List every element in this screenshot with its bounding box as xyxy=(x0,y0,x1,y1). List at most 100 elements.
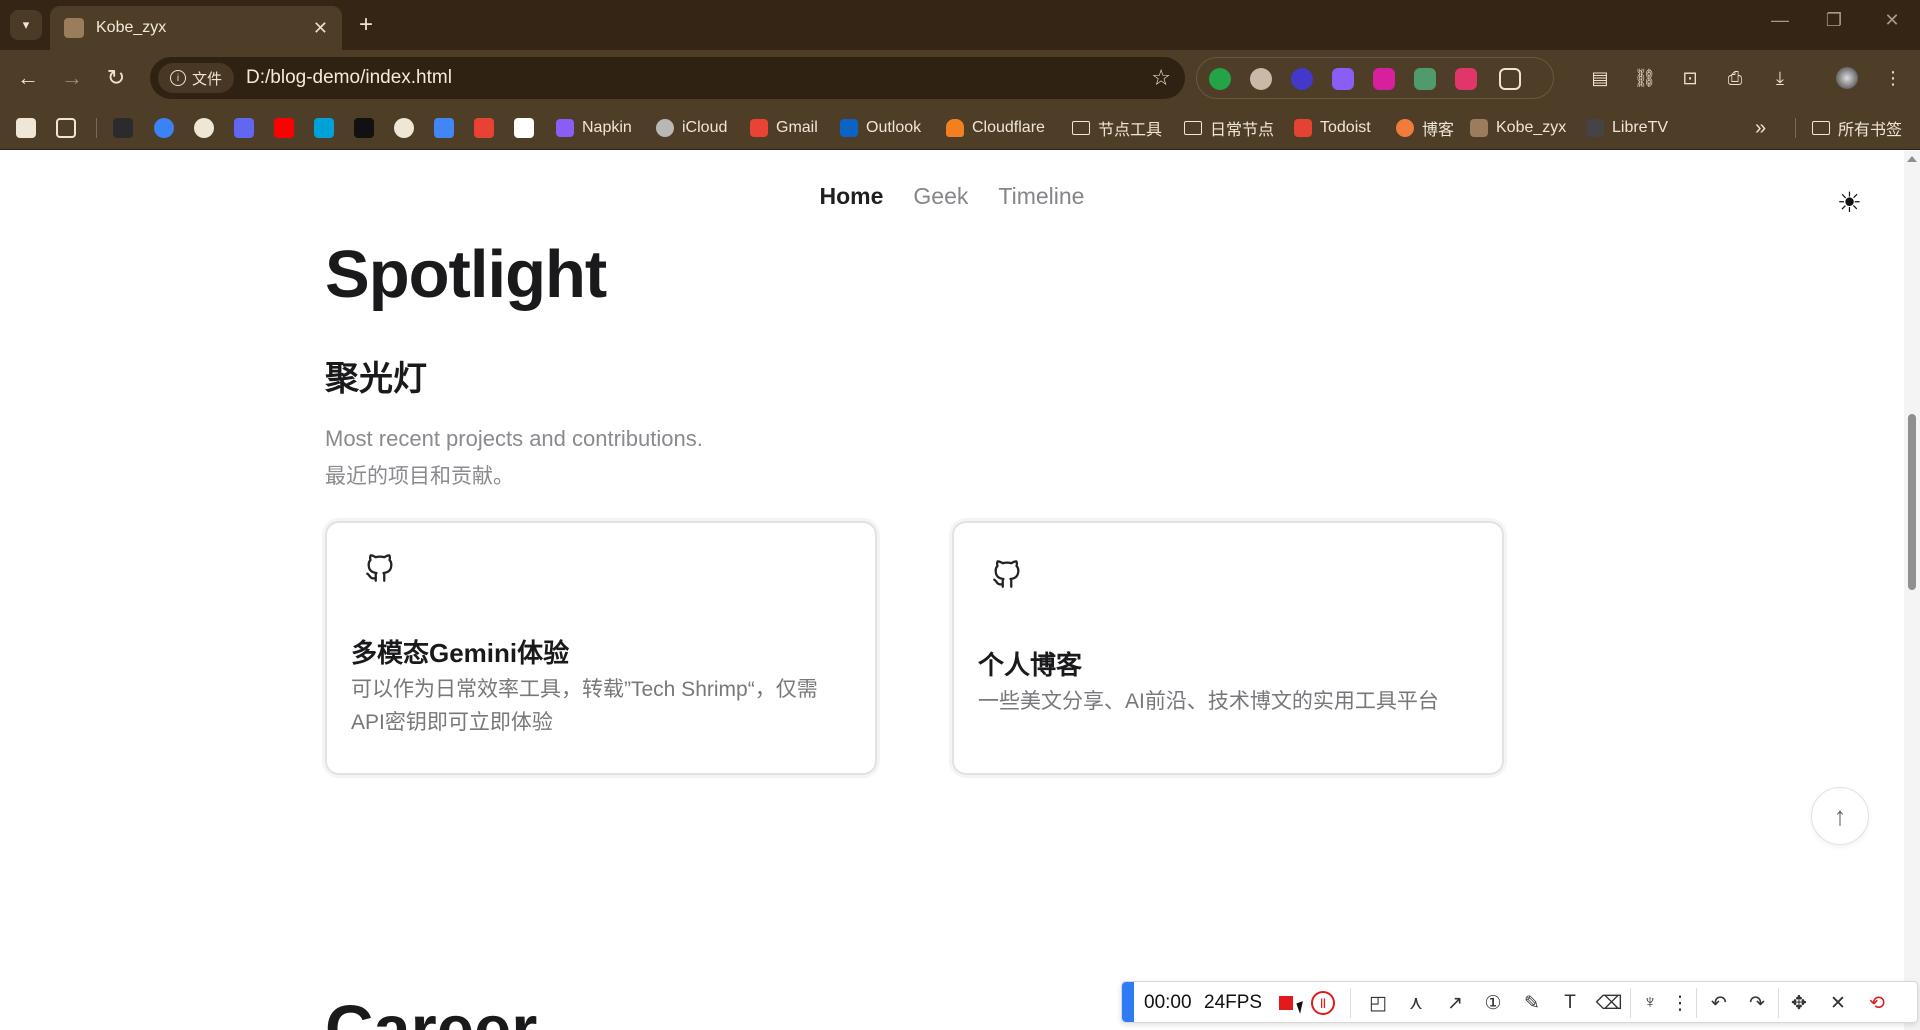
bookmark-label: Napkin xyxy=(582,119,632,136)
text-tool-icon[interactable]: T xyxy=(1557,990,1583,1016)
extension-n-icon[interactable] xyxy=(1209,68,1231,90)
bookmark-openai-icon[interactable] xyxy=(194,118,214,138)
project-card-blog[interactable]: 个人博客 一些美文分享、AI前沿、技术博文的实用工具平台 xyxy=(952,521,1504,775)
blog-icon xyxy=(1396,119,1414,137)
close-recorder-icon[interactable]: ✕ xyxy=(1825,990,1851,1016)
move-icon[interactable]: ✥ xyxy=(1786,990,1812,1016)
profile-avatar[interactable] xyxy=(1832,63,1862,93)
bookmark-label: Todoist xyxy=(1320,119,1371,136)
more-menu-icon[interactable]: ⋮ xyxy=(1878,63,1908,93)
bookmark-folder-node-tools[interactable]: 节点工具 xyxy=(1072,116,1162,140)
bookmark-gmail[interactable]: Gmail xyxy=(750,116,818,140)
apple-icon xyxy=(656,119,674,137)
undo-icon[interactable]: ↶ xyxy=(1706,990,1732,1016)
toolbar-divider xyxy=(1778,988,1779,1018)
bookmark-icloud[interactable]: iCloud xyxy=(656,116,727,140)
recording-timer: 00:00 xyxy=(1144,992,1192,1013)
bookmark-kobe-zyx[interactable]: Kobe_zyx xyxy=(1470,116,1566,140)
bookmark-star-icon[interactable]: ☆ xyxy=(1151,65,1171,91)
link-icon[interactable]: ⛓ xyxy=(1630,63,1660,93)
bookmark-blog[interactable]: 博客 xyxy=(1396,116,1454,140)
bookmark-store-icon[interactable] xyxy=(474,118,494,138)
arrow-tool-icon[interactable]: ↗ xyxy=(1442,990,1468,1016)
nav-timeline[interactable]: Timeline xyxy=(998,183,1084,210)
screenshot-icon[interactable]: ⊡ xyxy=(1675,63,1705,93)
back-arrow-icon[interactable]: ← xyxy=(12,62,44,94)
browser-tab[interactable]: Kobe_zyx ✕ xyxy=(50,6,342,50)
restore-icon[interactable]: ❐ xyxy=(1814,10,1854,31)
bookmark-todoist[interactable]: Todoist xyxy=(1294,116,1371,140)
forward-arrow-icon[interactable]: → xyxy=(56,62,88,94)
bookmark-libretv[interactable]: LibreTV xyxy=(1586,116,1668,140)
cloudflare-icon xyxy=(946,119,964,137)
bookmark-copilot-icon[interactable] xyxy=(234,118,254,138)
sun-icon[interactable]: ☀ xyxy=(1837,186,1862,219)
scrollbar-thumb[interactable] xyxy=(1908,414,1916,590)
extension-drop-icon[interactable] xyxy=(1332,68,1354,90)
gmail-icon xyxy=(750,119,768,137)
extension-glasses-icon[interactable] xyxy=(1250,68,1272,90)
bookmarks-divider xyxy=(1795,118,1796,138)
bookmark-cat-icon[interactable] xyxy=(113,118,133,138)
window-close-icon[interactable]: ✕ xyxy=(1872,10,1912,31)
career-heading: Career xyxy=(325,992,538,1030)
pen-tool-icon[interactable]: ✎ xyxy=(1519,990,1545,1016)
web-page: Home Geek Timeline ☀ Spotlight 聚光灯 Most … xyxy=(0,151,1904,1030)
bookmark-napkin[interactable]: Napkin xyxy=(556,116,632,140)
polyline-tool-icon[interactable]: ⋏ xyxy=(1403,990,1429,1016)
extensions-puzzle-icon[interactable] xyxy=(1499,68,1521,90)
recorder-drag-handle[interactable] xyxy=(1122,982,1134,1022)
download-icon[interactable]: ⤓ xyxy=(1765,63,1795,93)
eraser-tool-icon[interactable]: ⌫ xyxy=(1596,990,1623,1016)
bookmark-x-icon[interactable] xyxy=(354,118,374,138)
bookmark-youtube-icon[interactable] xyxy=(274,118,294,138)
number-tool-icon[interactable]: ① xyxy=(1480,990,1506,1016)
bookmark-cloudflare[interactable]: Cloudflare xyxy=(946,116,1045,140)
new-tab-button[interactable]: + xyxy=(352,10,380,40)
url-text[interactable]: D:/blog-demo/index.html xyxy=(246,67,452,89)
bookmark-outlook[interactable]: Outlook xyxy=(840,116,921,140)
address-bar[interactable]: i 文件 D:/blog-demo/index.html ☆ xyxy=(150,57,1185,99)
github-icon xyxy=(993,560,1020,588)
redo-icon[interactable]: ↷ xyxy=(1744,990,1770,1016)
pause-icon[interactable]: || xyxy=(1311,991,1335,1015)
nav-home[interactable]: Home xyxy=(820,183,884,210)
back-to-top-button[interactable]: ↑ xyxy=(1811,787,1869,845)
stop-recording-icon[interactable] xyxy=(1279,996,1293,1010)
all-bookmarks-folder[interactable]: 所有书签 xyxy=(1812,116,1902,140)
reading-list-icon[interactable]: ▤ xyxy=(1585,63,1615,93)
print-icon[interactable]: ⎙ xyxy=(1720,63,1750,93)
bookmark-label: 博客 xyxy=(1422,122,1455,139)
toolbar-divider xyxy=(1630,988,1631,1018)
subtitle-en: Most recent projects and contributions. xyxy=(325,426,703,451)
extension-save-icon[interactable] xyxy=(1414,68,1436,90)
bookmark-wikipedia-icon[interactable] xyxy=(514,118,534,138)
bookmark-github-icon[interactable] xyxy=(394,118,414,138)
nav-geek[interactable]: Geek xyxy=(913,183,968,210)
close-tab-icon[interactable]: ✕ xyxy=(313,18,328,39)
apps-grid-icon[interactable] xyxy=(56,118,76,138)
restart-recording-icon[interactable]: ⟲ xyxy=(1864,990,1890,1016)
github-icon xyxy=(366,554,393,582)
scroll-up-arrow-icon[interactable] xyxy=(1907,156,1917,162)
shape-tool-icon[interactable]: ◰ xyxy=(1365,990,1391,1016)
page-scrollbar[interactable] xyxy=(1904,151,1920,1030)
bookmark-app-icon[interactable] xyxy=(16,118,36,138)
more-options-icon[interactable]: ⋮ xyxy=(1667,990,1693,1016)
bookmarks-overflow-button[interactable]: » xyxy=(1755,116,1766,140)
bookmark-folder-daily-nodes[interactable]: 日常节点 xyxy=(1184,116,1274,140)
recording-fps: 24FPS xyxy=(1204,992,1263,1013)
reload-icon[interactable]: ↻ xyxy=(100,62,132,94)
bookmark-gemini-icon[interactable] xyxy=(154,118,174,138)
extension-translate-icon[interactable] xyxy=(1455,68,1477,90)
spotlight-tool-icon[interactable]: ♆ xyxy=(1637,990,1663,1016)
extension-download-icon[interactable] xyxy=(1373,68,1395,90)
extension-moon-icon[interactable] xyxy=(1291,68,1313,90)
bookmark-bilibili-icon[interactable] xyxy=(314,118,334,138)
project-card-gemini[interactable]: 多模态Gemini体验 可以作为日常效率工具，转载”Tech Shrimp“，仅… xyxy=(325,521,877,775)
bookmark-translate-icon[interactable] xyxy=(434,118,454,138)
site-info-chip[interactable]: i 文件 xyxy=(158,63,235,93)
tab-search-button[interactable]: ▾ xyxy=(10,10,42,40)
minimize-icon[interactable]: — xyxy=(1760,10,1800,31)
bookmark-label: iCloud xyxy=(682,119,728,136)
